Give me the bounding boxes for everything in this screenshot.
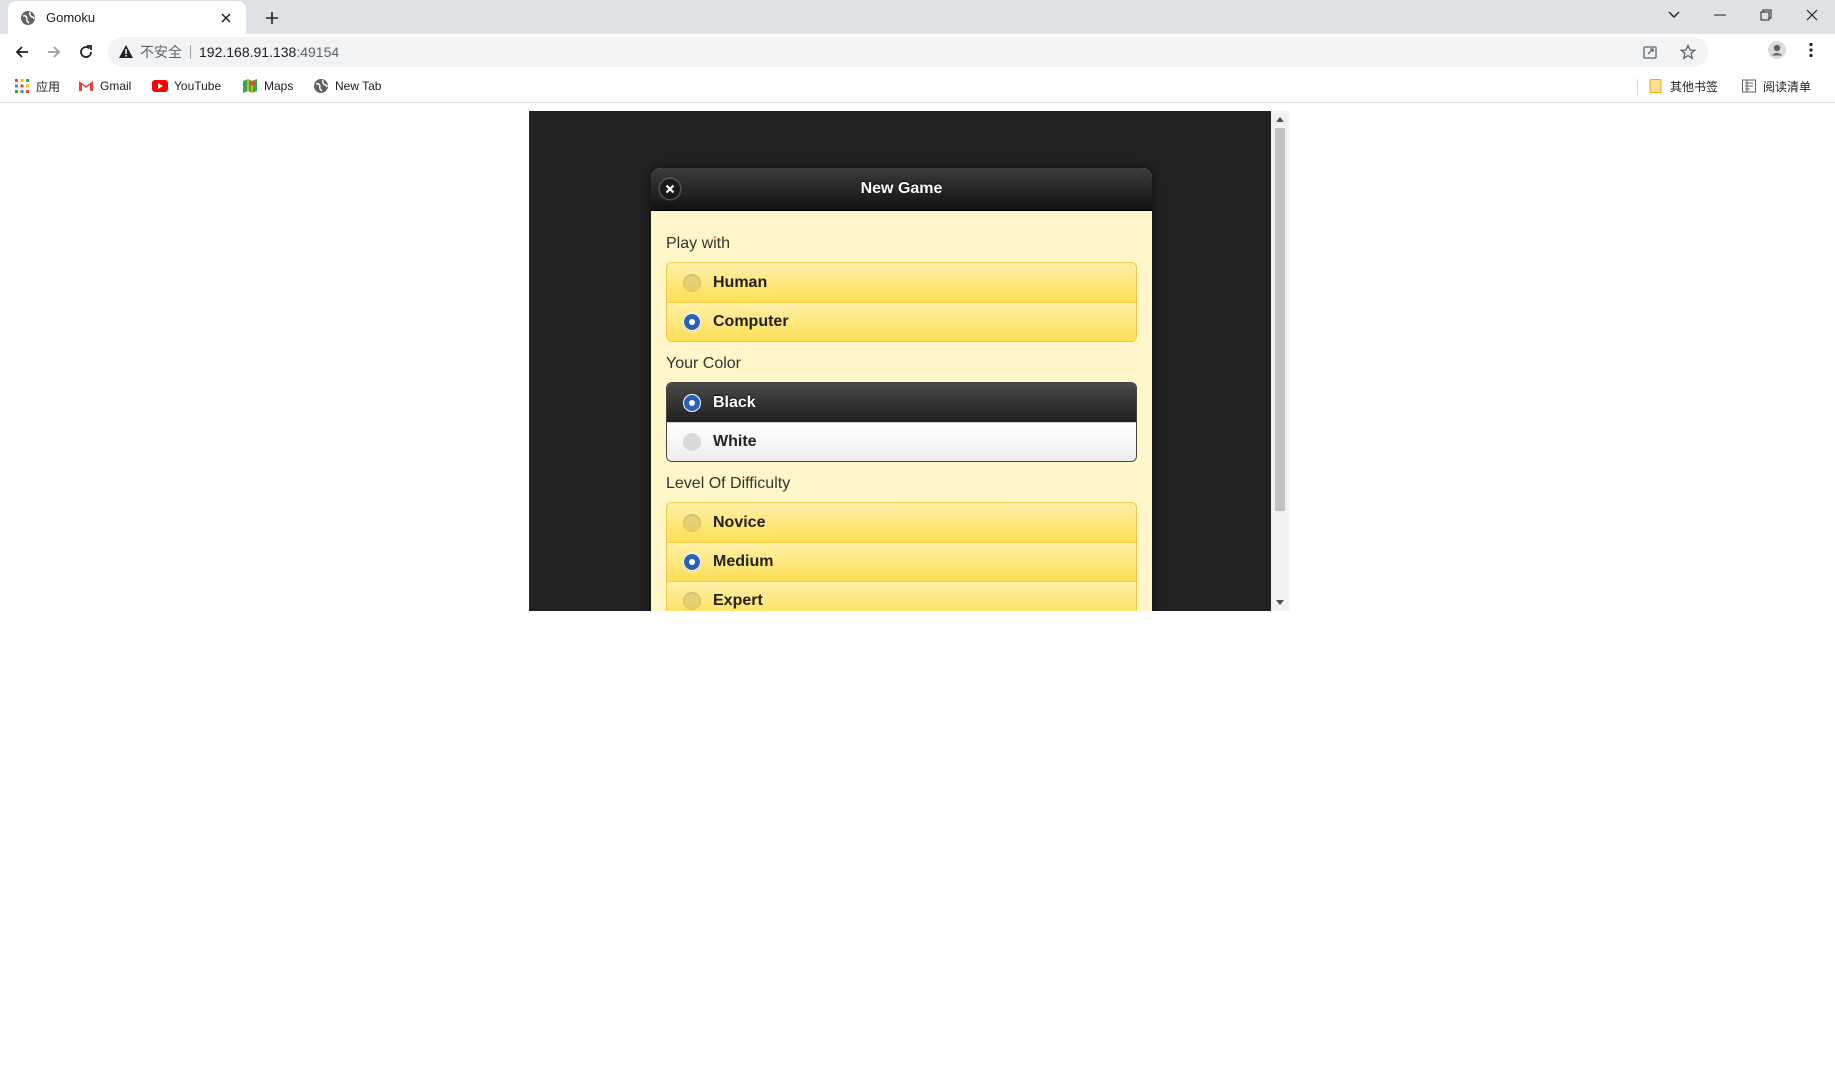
forward-icon[interactable] — [42, 40, 66, 64]
option-computer[interactable]: Computer — [667, 302, 1136, 341]
play-with-group: Human Computer — [666, 262, 1137, 342]
close-icon — [665, 184, 675, 194]
difficulty-label: Level Of Difficulty — [666, 475, 791, 492]
bookmarks-separator — [1637, 79, 1638, 95]
bookmarks-bar: 应用 Gmail YouTube Maps New Tab 其他书签 阅读清单 — [0, 70, 1835, 103]
color-group: Black White — [666, 382, 1137, 462]
window-controls — [1651, 0, 1835, 30]
bookmark-youtube[interactable]: YouTube — [152, 77, 221, 95]
bookmark-reading-list[interactable]: 阅读清单 — [1741, 77, 1811, 95]
game-viewport: New Game Play with Human Computer Your C… — [529, 111, 1289, 611]
option-label: Expert — [713, 592, 763, 609]
youtube-icon — [152, 78, 168, 94]
option-label: Human — [713, 273, 768, 291]
dialog-header: New Game — [651, 168, 1152, 211]
bookmark-other[interactable]: 其他书签 — [1648, 77, 1718, 95]
radio-checked-icon — [683, 393, 701, 412]
address-bar[interactable]: 不安全 192.168.91.138:49154 — [108, 37, 1708, 67]
reading-list-icon — [1741, 78, 1757, 94]
folder-icon — [1648, 78, 1664, 94]
close-window-icon[interactable] — [1789, 0, 1835, 30]
radio-unchecked-icon — [683, 273, 701, 292]
radio-unchecked-icon — [683, 513, 701, 532]
globe-icon — [313, 78, 329, 94]
back-icon[interactable] — [10, 40, 34, 64]
option-label: Novice — [713, 513, 766, 531]
option-label: Black — [713, 393, 756, 411]
dialog-title: New Game — [860, 180, 943, 197]
bookmark-label: 其他书签 — [1670, 79, 1719, 94]
new-game-dialog: New Game Play with Human Computer Your C… — [651, 168, 1152, 611]
tab-search-icon[interactable] — [1651, 0, 1697, 30]
url-host: 192.168.91.138 — [199, 44, 297, 60]
option-white[interactable]: White — [667, 422, 1136, 461]
bookmark-label: New Tab — [335, 79, 382, 93]
bookmark-new-tab[interactable]: New Tab — [313, 77, 381, 95]
tab-title: Gomoku — [46, 10, 96, 25]
bookmark-label: Gmail — [100, 79, 132, 93]
bookmark-gmail[interactable]: Gmail — [78, 77, 131, 95]
tab-strip: Gomoku — [0, 0, 1835, 34]
viewport-scrollbar[interactable] — [1271, 111, 1289, 611]
option-medium[interactable]: Medium — [667, 542, 1136, 581]
reload-icon[interactable] — [74, 40, 98, 64]
bookmark-label: 应用 — [36, 79, 61, 94]
bookmark-maps[interactable]: Maps — [242, 77, 293, 95]
menu-dots-icon[interactable] — [1801, 40, 1821, 60]
radio-checked-icon — [683, 553, 701, 571]
option-human[interactable]: Human — [667, 263, 1136, 302]
bookmark-label: 阅读清单 — [1763, 79, 1812, 94]
security-label: 不安全 — [140, 45, 191, 59]
browser-toolbar: 不安全 192.168.91.138:49154 — [0, 34, 1835, 70]
option-label: Computer — [713, 313, 789, 330]
radio-unchecked-icon — [683, 592, 701, 610]
share-icon[interactable] — [1640, 42, 1660, 62]
star-icon[interactable] — [1678, 42, 1698, 62]
close-tab-icon[interactable] — [216, 8, 236, 28]
option-expert[interactable]: Expert — [667, 581, 1136, 611]
option-label: White — [713, 433, 757, 450]
bookmark-label: Maps — [264, 79, 294, 93]
minimize-icon[interactable] — [1697, 0, 1743, 30]
tab-gomoku[interactable]: Gomoku — [8, 1, 246, 34]
radio-checked-icon — [683, 313, 701, 331]
url-port: :49154 — [296, 44, 340, 60]
new-tab-button[interactable] — [260, 6, 284, 30]
play-with-label: Play with — [666, 235, 731, 252]
gmail-icon — [78, 78, 94, 94]
maps-icon — [242, 78, 258, 94]
apps-grid-icon — [14, 78, 30, 94]
restore-icon[interactable] — [1743, 0, 1789, 30]
difficulty-group: Novice Medium Expert — [666, 502, 1137, 611]
dialog-close-button[interactable] — [659, 178, 681, 200]
dialog-body: Play with Human Computer Your Color Blac… — [651, 211, 1152, 611]
warning-icon — [118, 44, 134, 60]
option-label: Medium — [713, 553, 774, 570]
radio-unchecked-icon — [683, 433, 701, 451]
profile-avatar-icon[interactable] — [1767, 40, 1787, 60]
globe-icon — [20, 10, 36, 26]
scroll-down-arrow-icon[interactable] — [1271, 594, 1289, 611]
your-color-label: Your Color — [666, 355, 742, 372]
scroll-up-arrow-icon[interactable] — [1271, 111, 1289, 128]
option-novice[interactable]: Novice — [667, 503, 1136, 542]
scrollbar-thumb[interactable] — [1275, 128, 1285, 511]
bookmark-label: YouTube — [174, 79, 222, 93]
bookmark-apps[interactable]: 应用 — [14, 77, 60, 95]
option-black[interactable]: Black — [667, 383, 1136, 422]
